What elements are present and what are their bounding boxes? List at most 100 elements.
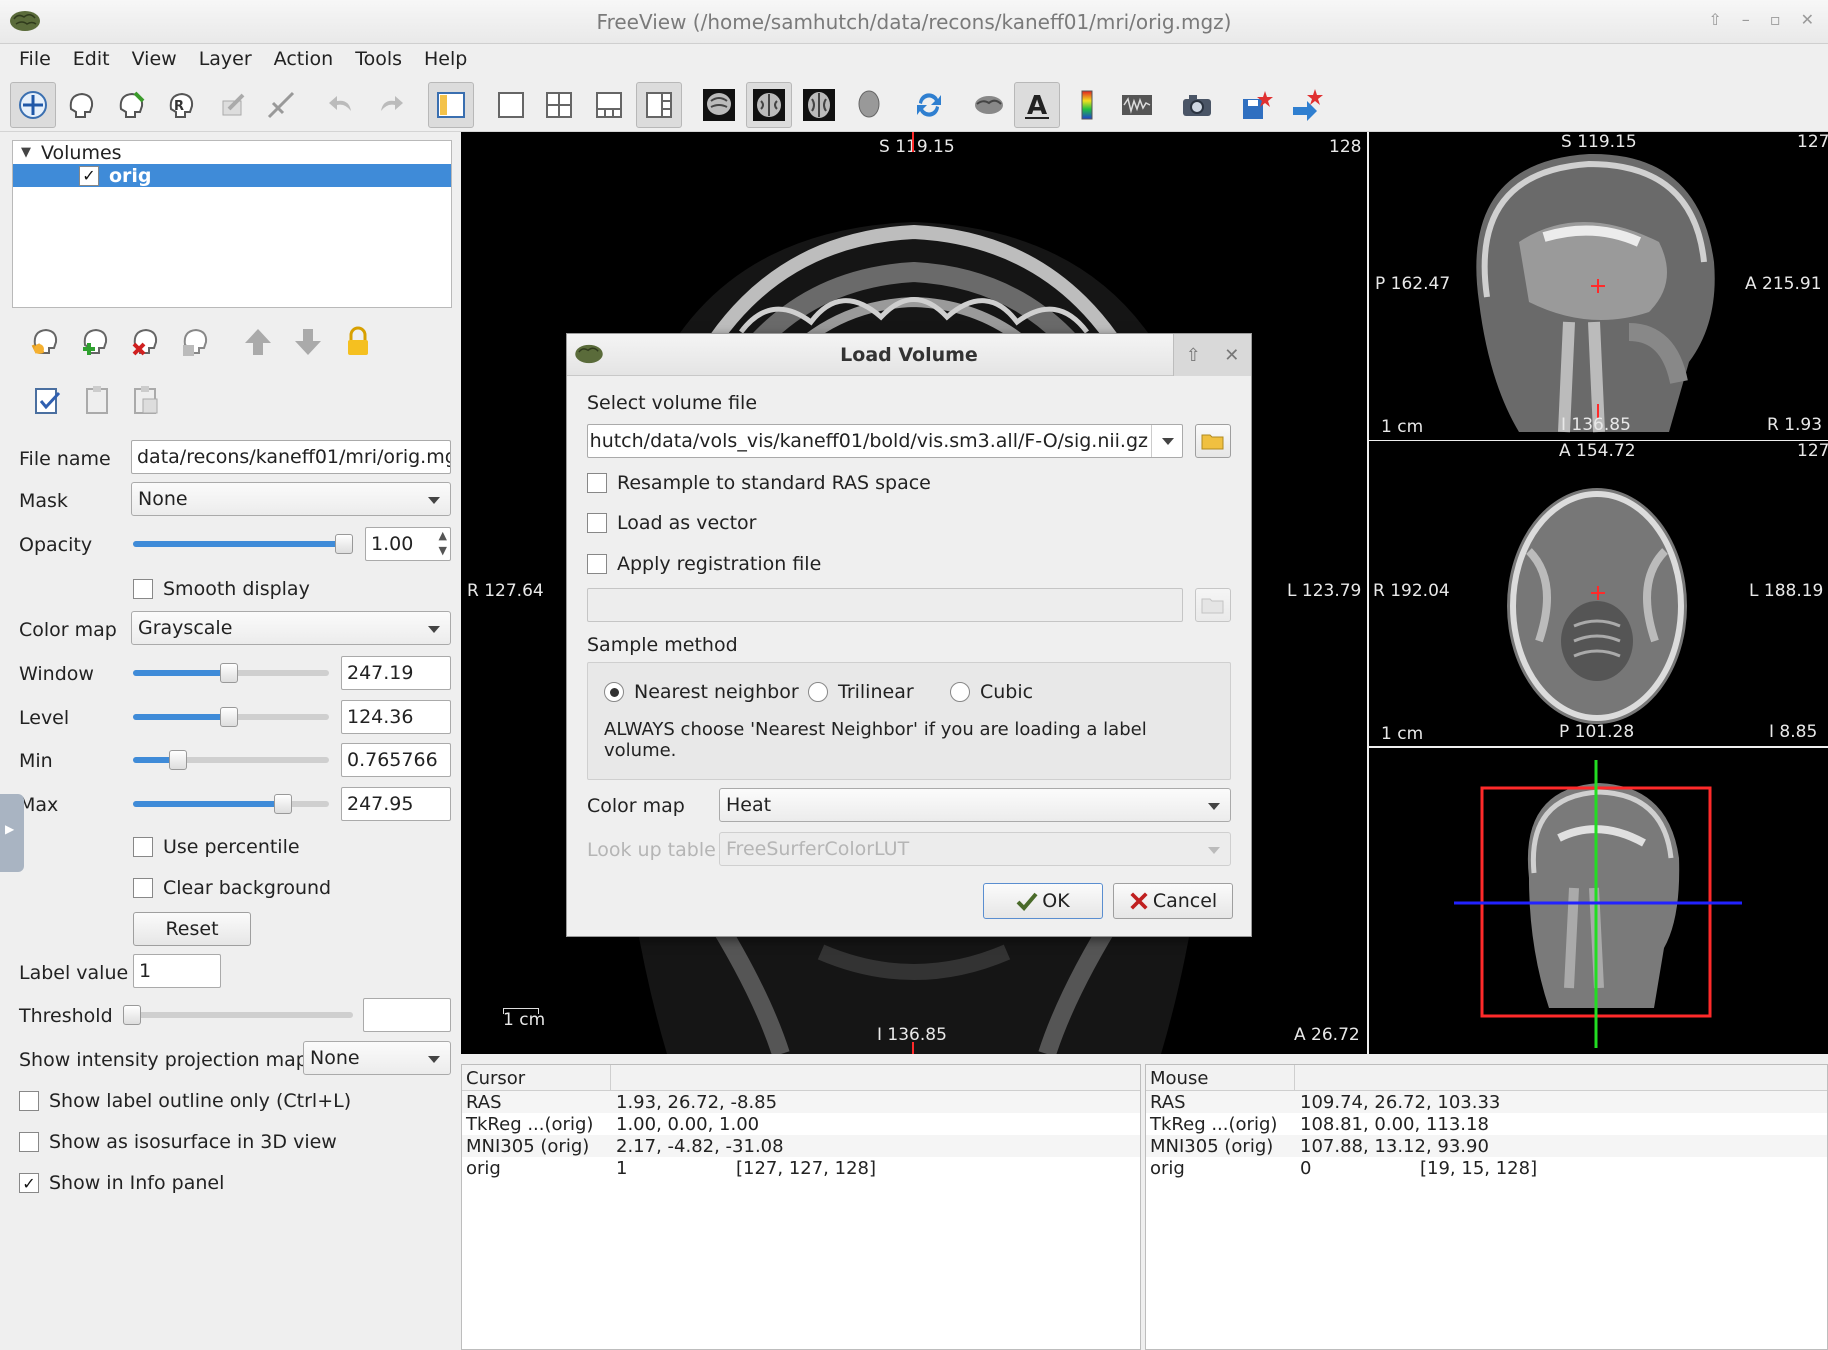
collapse-arrow-icon[interactable]: ▼ <box>21 145 31 160</box>
lock-layer-button[interactable] <box>338 322 378 362</box>
show-surface-button[interactable] <box>966 82 1012 128</box>
max-slider-handle[interactable] <box>274 794 292 814</box>
radio-trilinear[interactable] <box>808 682 828 702</box>
info-panel-option[interactable]: ✓ Show in Info panel <box>19 1172 224 1194</box>
window-slider[interactable] <box>133 663 329 683</box>
label-value-field[interactable]: 1 <box>133 954 221 988</box>
min-slider[interactable] <box>133 750 329 770</box>
coronal-view-button[interactable] <box>746 82 792 128</box>
apply-registration-checkbox[interactable] <box>587 554 607 574</box>
label-outline-option[interactable]: Show label outline only (Ctrl+L) <box>19 1090 351 1112</box>
file-name-field[interactable]: data/recons/kaneff01/mri/orig.mgz <box>131 440 451 474</box>
isosurface-option[interactable]: Show as isosurface in 3D view <box>19 1131 337 1153</box>
redo-button[interactable] <box>368 82 414 128</box>
menu-edit[interactable]: Edit <box>62 44 121 78</box>
radio-trilinear-option[interactable]: Trilinear <box>808 681 914 703</box>
threshold-slider[interactable] <box>123 1005 353 1025</box>
layer-item-orig[interactable]: ✓ orig <box>13 164 451 187</box>
volume-file-combo[interactable]: amhutch/data/vols_vis/kaneff01/bold/vis.… <box>587 424 1183 458</box>
menu-view[interactable]: View <box>121 44 188 78</box>
3d-view-button[interactable] <box>846 82 892 128</box>
color-map-select[interactable]: Grayscale <box>131 611 451 645</box>
show-color-bar-button[interactable] <box>1064 82 1110 128</box>
projection-map-select[interactable]: None <box>303 1041 451 1075</box>
save-screenshot-button[interactable] <box>1174 82 1220 128</box>
ruler-tool-button[interactable] <box>258 82 304 128</box>
dialog-color-map-select[interactable]: Heat <box>719 788 1231 822</box>
roi-edit-button[interactable]: R <box>158 82 204 128</box>
navigate-tool-button[interactable] <box>10 82 56 128</box>
info-row[interactable]: RAS 1.93, 26.72, -8.85 <box>462 1091 1140 1113</box>
menu-tools[interactable]: Tools <box>344 44 413 78</box>
undo-button[interactable] <box>318 82 364 128</box>
window-up-icon[interactable]: ⇧ <box>1708 10 1721 29</box>
dialog-shade-icon[interactable]: ⇧ <box>1186 345 1201 366</box>
window-maximize-icon[interactable]: ▫ <box>1770 10 1781 29</box>
tree-group-volumes[interactable]: ▼ Volumes <box>13 141 451 164</box>
menu-help[interactable]: Help <box>413 44 478 78</box>
use-percentile-option[interactable]: Use percentile <box>133 836 300 858</box>
menu-file[interactable]: File <box>8 44 62 78</box>
resample-option[interactable]: Resample to standard RAS space <box>587 472 931 494</box>
window-field[interactable]: 247.19 <box>341 656 451 690</box>
radio-nearest[interactable] <box>604 682 624 702</box>
ok-button[interactable]: OK <box>983 883 1103 919</box>
browse-registration-button[interactable] <box>1195 588 1231 622</box>
level-slider[interactable] <box>133 707 329 727</box>
resample-checkbox[interactable] <box>587 473 607 493</box>
layout-2x2-button[interactable] <box>536 82 582 128</box>
goto-point-button[interactable] <box>1284 82 1330 128</box>
info-row[interactable]: orig 0 [19, 15, 128] <box>1146 1157 1827 1179</box>
info-row[interactable]: RAS 109.74, 26.72, 103.33 <box>1146 1091 1827 1113</box>
paste-all-setting-button[interactable] <box>126 380 166 420</box>
window-close-icon[interactable]: ✕ <box>1801 10 1814 29</box>
new-volume-button[interactable] <box>26 322 66 362</box>
info-panel-checkbox[interactable]: ✓ <box>19 1173 39 1193</box>
opacity-spinbox[interactable]: 1.00 ▲ ▼ <box>365 527 451 561</box>
cancel-button[interactable]: Cancel <box>1113 883 1233 919</box>
layout-1x1-button[interactable] <box>488 82 534 128</box>
lookup-table-select[interactable]: FreeSurferColorLUT <box>719 832 1231 866</box>
voxel-edit-button[interactable] <box>58 82 104 128</box>
opacity-slider[interactable] <box>133 534 353 554</box>
panel-collapse-handle[interactable]: ▶ <box>0 794 24 872</box>
registration-file-field[interactable] <box>587 588 1183 622</box>
spin-arrows-icon[interactable]: ▲ ▼ <box>439 528 447 558</box>
reset-button[interactable]: Reset <box>133 912 251 946</box>
radio-cubic-option[interactable]: Cubic <box>950 681 1033 703</box>
load-vector-checkbox[interactable] <box>587 513 607 533</box>
layout-1-3-side-button[interactable] <box>636 82 682 128</box>
radio-cubic[interactable] <box>950 682 970 702</box>
move-layer-down-button[interactable] <box>288 322 328 362</box>
window-slider-handle[interactable] <box>220 663 238 683</box>
show-command-console-button[interactable] <box>1114 82 1160 128</box>
point-set-edit-button[interactable] <box>210 82 256 128</box>
smooth-display-option[interactable]: Smooth display <box>133 578 310 600</box>
save-point-button[interactable] <box>1234 82 1280 128</box>
axial-view[interactable]: A 154.72 127 R 192.04 L 188.19 P 101.28 … <box>1369 441 1828 746</box>
isosurface-checkbox[interactable] <box>19 1132 39 1152</box>
max-slider[interactable] <box>133 794 329 814</box>
recon-edit-button[interactable] <box>108 82 154 128</box>
toggle-panel-button[interactable] <box>428 82 474 128</box>
sagittal-view-button[interactable] <box>696 82 742 128</box>
dialog-close-icon[interactable]: ✕ <box>1224 345 1239 366</box>
threshold-field[interactable] <box>363 998 451 1032</box>
label-outline-checkbox[interactable] <box>19 1091 39 1111</box>
info-row[interactable]: MNI305 (orig) 107.88, 13.12, 93.90 <box>1146 1135 1827 1157</box>
menu-layer[interactable]: Layer <box>188 44 263 78</box>
window-minimize-icon[interactable]: – <box>1742 10 1750 29</box>
min-field[interactable]: 0.765766 <box>341 743 451 777</box>
axial-view-button[interactable] <box>796 82 842 128</box>
info-row[interactable]: TkReg ...(orig) 1.00, 0.00, 1.00 <box>462 1113 1140 1135</box>
close-volume-button[interactable] <box>126 322 166 362</box>
smooth-display-checkbox[interactable] <box>133 579 153 599</box>
max-field[interactable]: 247.95 <box>341 787 451 821</box>
load-vector-option[interactable]: Load as vector <box>587 512 756 534</box>
threshold-slider-handle[interactable] <box>123 1005 141 1025</box>
min-slider-handle[interactable] <box>169 750 187 770</box>
save-volume-button[interactable] <box>176 322 216 362</box>
apply-registration-option[interactable]: Apply registration file <box>587 553 821 575</box>
menu-action[interactable]: Action <box>263 44 345 78</box>
reset-view-button[interactable] <box>906 82 952 128</box>
